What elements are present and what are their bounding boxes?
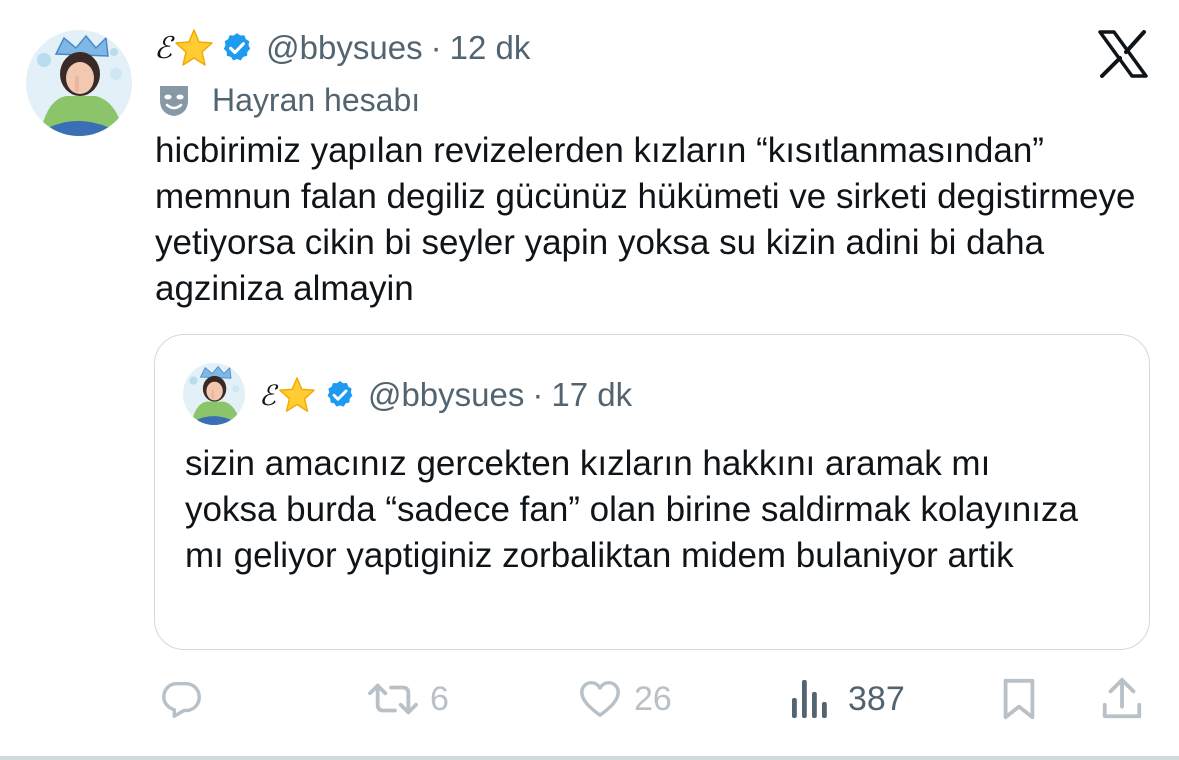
verified-badge-icon[interactable] — [220, 31, 254, 65]
quoted-author-handle[interactable]: @bbysues — [368, 376, 524, 414]
retweet-button[interactable]: 6 — [366, 676, 449, 722]
quoted-author-avatar[interactable] — [183, 363, 245, 425]
share-button[interactable] — [1100, 676, 1144, 722]
bookmark-icon — [1003, 678, 1035, 720]
x-logo-icon[interactable] — [1098, 30, 1148, 78]
quoted-time-separator: · — [532, 376, 544, 413]
views-count: 387 — [848, 679, 905, 718]
retweet-icon — [368, 683, 418, 715]
like-count: 26 — [634, 679, 672, 718]
star-emoji-icon — [175, 29, 213, 66]
quoted-author-name-row: ℰ @bbysues · 17 dk — [259, 373, 632, 417]
bottom-divider — [0, 756, 1179, 760]
author-avatar[interactable] — [26, 30, 132, 136]
verified-badge-icon[interactable] — [324, 379, 356, 411]
time-separator: · — [430, 29, 442, 66]
quoted-tweet-text: sizin amacınız gercekten kızların hakkın… — [185, 444, 1078, 575]
fan-account-label: Hayran hesabı — [156, 80, 420, 120]
views-button[interactable]: 387 — [788, 676, 905, 722]
views-chart-icon — [792, 680, 827, 718]
reply-button[interactable] — [158, 676, 204, 722]
theater-masks-icon — [160, 86, 188, 116]
author-name-row: ℰ @bbysues · 12 dk — [154, 26, 530, 70]
share-icon — [1102, 677, 1142, 719]
author-handle[interactable]: @bbysues — [266, 29, 422, 67]
heart-icon — [580, 680, 620, 718]
fan-account-label-text: Hayran hesabı — [212, 81, 421, 118]
bookmark-button[interactable] — [998, 676, 1040, 722]
tweet-text: hicbirimiz yapılan revizelerden kızların… — [155, 131, 1136, 308]
tweet-time[interactable]: 12 dk — [450, 29, 531, 67]
quoted-tweet-time[interactable]: 17 dk — [551, 376, 632, 414]
quoted-tweet-card[interactable]: ℰ @bbysues · 17 dk sizin amacınız gercek… — [154, 334, 1150, 650]
quoted-display-name-letter[interactable]: ℰ — [259, 379, 276, 412]
display-name-letter[interactable]: ℰ — [154, 31, 172, 66]
star-emoji-icon — [279, 377, 315, 412]
like-button[interactable]: 26 — [576, 676, 672, 722]
reply-icon — [162, 681, 201, 718]
retweet-count: 6 — [430, 679, 449, 718]
